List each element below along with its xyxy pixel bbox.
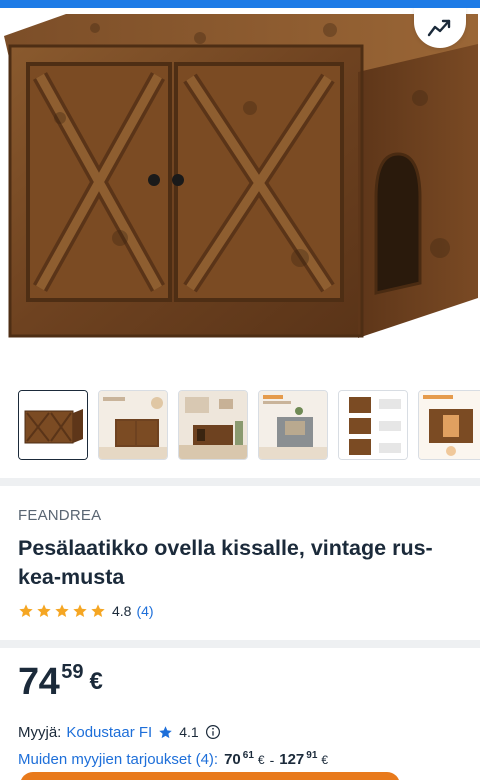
brand-name[interactable]: FEANDREA — [18, 507, 101, 524]
star-icon — [91, 604, 105, 617]
add-to-cart-button[interactable] — [20, 772, 400, 780]
price-integer: 74 — [18, 661, 60, 703]
section-divider — [0, 478, 480, 486]
section-divider — [0, 640, 480, 648]
star-icon — [159, 725, 172, 738]
thumbnail-2[interactable] — [98, 390, 168, 460]
product-rating[interactable]: 4.8 (4) — [18, 602, 154, 620]
top-accent-bar — [0, 0, 480, 8]
star-icon — [73, 604, 87, 617]
star-icon — [55, 604, 69, 617]
low-price-currency: € — [257, 753, 265, 767]
main-product-image[interactable] — [0, 8, 480, 370]
range-dash: - — [269, 752, 275, 768]
rating-value: 4.8 — [112, 603, 132, 619]
star-icon — [37, 604, 51, 617]
info-circle-icon[interactable] — [205, 724, 221, 740]
price-currency: € — [89, 668, 103, 695]
share-arrow-icon — [427, 19, 451, 37]
thumbnail-5[interactable] — [338, 390, 408, 460]
product-price: 74 59 € — [18, 660, 103, 704]
review-count-link[interactable]: (4) — [136, 603, 153, 619]
other-offers: Muiden myyjien tarjoukset (4): 70 61 € -… — [18, 750, 328, 770]
low-price-integer: 70 — [224, 751, 241, 768]
thumbnail-1[interactable] — [18, 390, 88, 460]
seller-rating: 4.1 — [179, 724, 199, 740]
low-price-decimal: 61 — [242, 750, 254, 761]
seller-info: Myyjä: Kodustaar FI 4.1 — [18, 722, 221, 742]
other-offers-link[interactable]: Muiden myyjien tarjoukset (4): — [18, 750, 218, 770]
thumbnail-4[interactable] — [258, 390, 328, 460]
thumbnail-strip[interactable] — [0, 386, 480, 464]
thumbnail-3[interactable] — [178, 390, 248, 460]
high-price-decimal: 91 — [306, 750, 318, 761]
high-price-integer: 127 — [279, 751, 305, 768]
product-title: Pesälaatikko ovella kissalle, vintage ru… — [18, 536, 433, 589]
thumbnail-6[interactable] — [418, 390, 480, 460]
seller-name-link[interactable]: Kodustaar FI — [66, 724, 152, 741]
star-icon — [19, 604, 33, 617]
high-price-currency: € — [321, 753, 329, 767]
other-offers-price-range: 70 61 € - 127 91 € — [224, 750, 328, 770]
price-decimal: 59 — [61, 661, 84, 683]
seller-label: Myyjä: — [18, 723, 62, 741]
